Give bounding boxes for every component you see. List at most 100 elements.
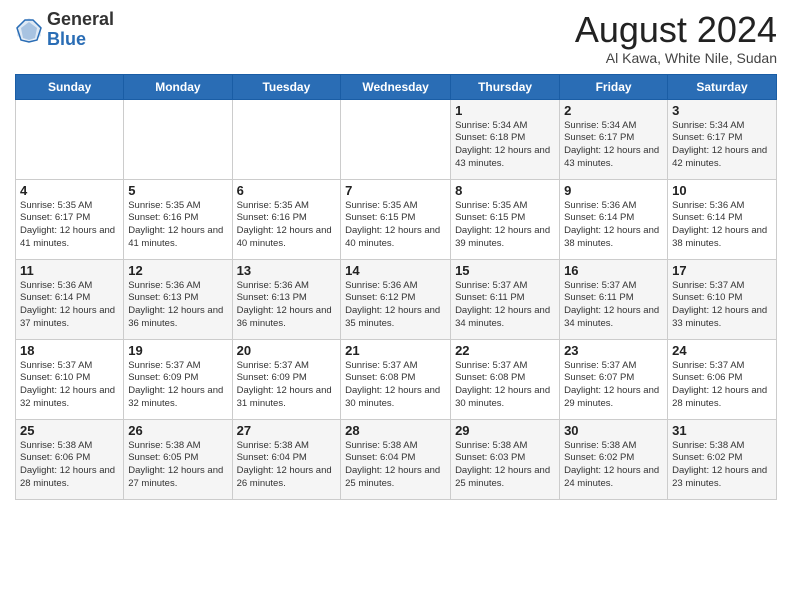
logo-text: General Blue [47, 10, 114, 50]
day-number: 1 [455, 103, 555, 118]
day-number: 26 [128, 423, 227, 438]
calendar-cell: 22Sunrise: 5:37 AM Sunset: 6:08 PM Dayli… [451, 339, 560, 419]
day-number: 15 [455, 263, 555, 278]
day-detail: Sunrise: 5:35 AM Sunset: 6:15 PM Dayligh… [345, 200, 446, 251]
day-number: 2 [564, 103, 663, 118]
day-number: 28 [345, 423, 446, 438]
day-detail: Sunrise: 5:38 AM Sunset: 6:03 PM Dayligh… [455, 440, 555, 491]
calendar-cell: 6 Sunrise: 5:35 AM Sunset: 6:16 PM Daylig… [232, 179, 341, 259]
day-number: 21 [345, 343, 446, 358]
day-number: 20 [237, 343, 337, 358]
day-number: 9 [564, 183, 663, 198]
calendar-cell: 28 Sunrise: 5:38 AM Sunset: 6:04 PM Dayli… [341, 419, 451, 499]
calendar-week-2: 4 Sunrise: 5:35 AM Sunset: 6:17 PM Daylig… [16, 179, 777, 259]
weekday-header-thursday: Thursday [451, 74, 560, 99]
calendar-cell: 18Sunrise: 5:37 AM Sunset: 6:10 PM Dayli… [16, 339, 124, 419]
logo-blue: Blue [47, 29, 86, 49]
weekday-header-row: SundayMondayTuesdayWednesdayThursdayFrid… [16, 74, 777, 99]
day-detail: Sunrise: 5:35 AM Sunset: 6:16 PM Dayligh… [128, 200, 227, 251]
day-detail: Sunrise: 5:37 AM Sunset: 6:09 PM Dayligh… [237, 360, 337, 411]
calendar-cell: 5Sunrise: 5:35 AM Sunset: 6:16 PM Daylig… [124, 179, 232, 259]
day-detail: Sunrise: 5:36 AM Sunset: 6:13 PM Dayligh… [128, 280, 227, 331]
day-detail: Sunrise: 5:38 AM Sunset: 6:05 PM Dayligh… [128, 440, 227, 491]
day-detail: Sunrise: 5:34 AM Sunset: 6:18 PM Dayligh… [455, 120, 555, 171]
day-number: 17 [672, 263, 772, 278]
weekday-header-tuesday: Tuesday [232, 74, 341, 99]
day-number: 3 [672, 103, 772, 118]
calendar-week-4: 18Sunrise: 5:37 AM Sunset: 6:10 PM Dayli… [16, 339, 777, 419]
calendar-cell: 16Sunrise: 5:37 AM Sunset: 6:11 PM Dayli… [560, 259, 668, 339]
calendar-cell: 7 Sunrise: 5:35 AM Sunset: 6:15 PM Daylig… [341, 179, 451, 259]
day-number: 6 [237, 183, 337, 198]
weekday-header-monday: Monday [124, 74, 232, 99]
weekday-header-sunday: Sunday [16, 74, 124, 99]
calendar-cell: 31Sunrise: 5:38 AM Sunset: 6:02 PM Dayli… [668, 419, 777, 499]
day-number: 7 [345, 183, 446, 198]
day-number: 27 [237, 423, 337, 438]
calendar-cell: 24Sunrise: 5:37 AM Sunset: 6:06 PM Dayli… [668, 339, 777, 419]
day-detail: Sunrise: 5:35 AM Sunset: 6:16 PM Dayligh… [237, 200, 337, 251]
calendar-cell: 8 Sunrise: 5:35 AM Sunset: 6:15 PM Daylig… [451, 179, 560, 259]
calendar-cell: 2 Sunrise: 5:34 AM Sunset: 6:17 PM Daylig… [560, 99, 668, 179]
day-number: 16 [564, 263, 663, 278]
location: Al Kawa, White Nile, Sudan [575, 50, 777, 66]
calendar-cell: 19 Sunrise: 5:37 AM Sunset: 6:09 PM Dayli… [124, 339, 232, 419]
weekday-header-friday: Friday [560, 74, 668, 99]
day-number: 30 [564, 423, 663, 438]
day-detail: Sunrise: 5:35 AM Sunset: 6:17 PM Dayligh… [20, 200, 119, 251]
weekday-header-wednesday: Wednesday [341, 74, 451, 99]
day-number: 25 [20, 423, 119, 438]
day-detail: Sunrise: 5:37 AM Sunset: 6:08 PM Dayligh… [345, 360, 446, 411]
logo-general: General [47, 9, 114, 29]
calendar-cell: 17Sunrise: 5:37 AM Sunset: 6:10 PM Dayli… [668, 259, 777, 339]
day-number: 4 [20, 183, 119, 198]
day-detail: Sunrise: 5:35 AM Sunset: 6:15 PM Dayligh… [455, 200, 555, 251]
day-number: 29 [455, 423, 555, 438]
day-number: 8 [455, 183, 555, 198]
calendar-cell: 30Sunrise: 5:38 AM Sunset: 6:02 PM Dayli… [560, 419, 668, 499]
day-detail: Sunrise: 5:38 AM Sunset: 6:06 PM Dayligh… [20, 440, 119, 491]
calendar-cell: 29 Sunrise: 5:38 AM Sunset: 6:03 PM Dayli… [451, 419, 560, 499]
calendar-table: SundayMondayTuesdayWednesdayThursdayFrid… [15, 74, 777, 500]
month-year: August 2024 [575, 10, 777, 50]
calendar-cell [16, 99, 124, 179]
title-block: August 2024 Al Kawa, White Nile, Sudan [575, 10, 777, 66]
calendar-cell: 20 Sunrise: 5:37 AM Sunset: 6:09 PM Dayli… [232, 339, 341, 419]
calendar-cell [232, 99, 341, 179]
day-detail: Sunrise: 5:36 AM Sunset: 6:13 PM Dayligh… [237, 280, 337, 331]
logo-icon [15, 16, 43, 44]
calendar-cell [341, 99, 451, 179]
calendar-week-3: 11Sunrise: 5:36 AM Sunset: 6:14 PM Dayli… [16, 259, 777, 339]
day-number: 12 [128, 263, 227, 278]
day-detail: Sunrise: 5:37 AM Sunset: 6:10 PM Dayligh… [20, 360, 119, 411]
day-number: 31 [672, 423, 772, 438]
day-detail: Sunrise: 5:38 AM Sunset: 6:04 PM Dayligh… [345, 440, 446, 491]
day-detail: Sunrise: 5:37 AM Sunset: 6:08 PM Dayligh… [455, 360, 555, 411]
day-detail: Sunrise: 5:37 AM Sunset: 6:09 PM Dayligh… [128, 360, 227, 411]
day-number: 23 [564, 343, 663, 358]
day-number: 19 [128, 343, 227, 358]
calendar-cell: 13 Sunrise: 5:36 AM Sunset: 6:13 PM Dayli… [232, 259, 341, 339]
day-detail: Sunrise: 5:34 AM Sunset: 6:17 PM Dayligh… [564, 120, 663, 171]
calendar-week-1: 1 Sunrise: 5:34 AM Sunset: 6:18 PM Daylig… [16, 99, 777, 179]
day-detail: Sunrise: 5:37 AM Sunset: 6:07 PM Dayligh… [564, 360, 663, 411]
day-number: 11 [20, 263, 119, 278]
calendar-cell: 10Sunrise: 5:36 AM Sunset: 6:14 PM Dayli… [668, 179, 777, 259]
calendar-cell: 11Sunrise: 5:36 AM Sunset: 6:14 PM Dayli… [16, 259, 124, 339]
day-detail: Sunrise: 5:34 AM Sunset: 6:17 PM Dayligh… [672, 120, 772, 171]
calendar-cell [124, 99, 232, 179]
day-detail: Sunrise: 5:36 AM Sunset: 6:14 PM Dayligh… [672, 200, 772, 251]
calendar-week-5: 25 Sunrise: 5:38 AM Sunset: 6:06 PM Dayli… [16, 419, 777, 499]
calendar-cell: 9 Sunrise: 5:36 AM Sunset: 6:14 PM Daylig… [560, 179, 668, 259]
calendar-cell: 12 Sunrise: 5:36 AM Sunset: 6:13 PM Dayli… [124, 259, 232, 339]
calendar-cell: 21 Sunrise: 5:37 AM Sunset: 6:08 PM Dayli… [341, 339, 451, 419]
calendar-cell: 1 Sunrise: 5:34 AM Sunset: 6:18 PM Daylig… [451, 99, 560, 179]
calendar-cell: 14 Sunrise: 5:36 AM Sunset: 6:12 PM Dayli… [341, 259, 451, 339]
logo: General Blue [15, 10, 114, 50]
day-detail: Sunrise: 5:36 AM Sunset: 6:14 PM Dayligh… [564, 200, 663, 251]
day-number: 14 [345, 263, 446, 278]
day-detail: Sunrise: 5:36 AM Sunset: 6:12 PM Dayligh… [345, 280, 446, 331]
day-detail: Sunrise: 5:38 AM Sunset: 6:04 PM Dayligh… [237, 440, 337, 491]
day-number: 13 [237, 263, 337, 278]
calendar-cell: 23 Sunrise: 5:37 AM Sunset: 6:07 PM Dayli… [560, 339, 668, 419]
